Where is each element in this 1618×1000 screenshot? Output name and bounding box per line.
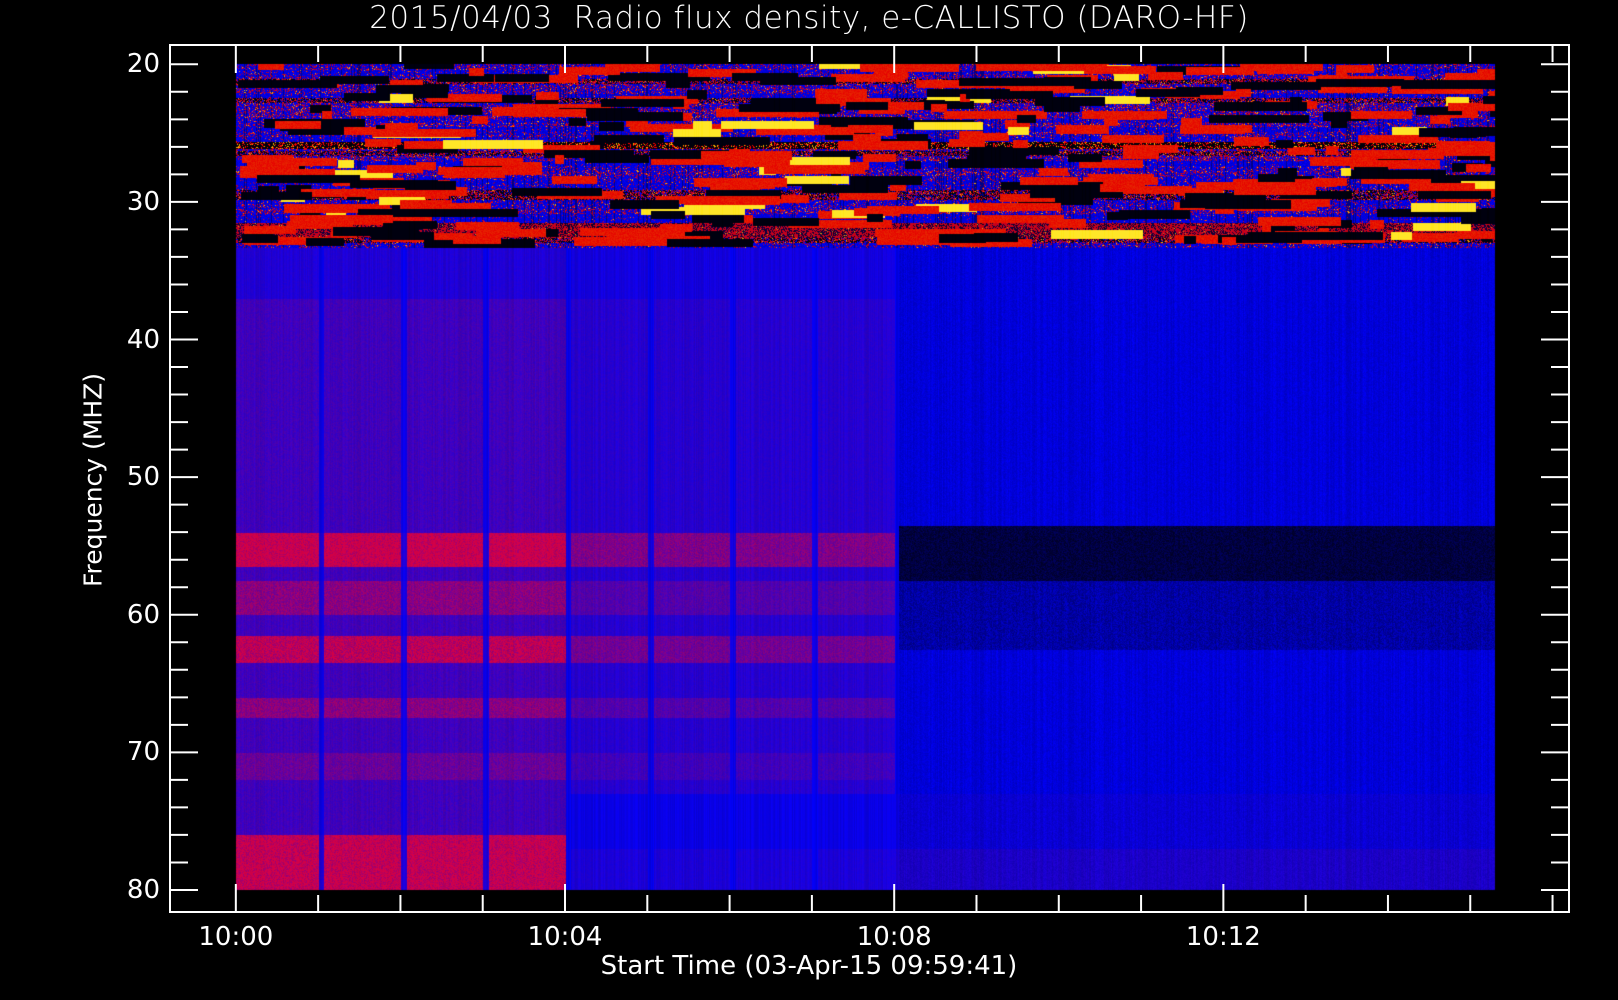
y-tick-label: 70 (126, 737, 160, 768)
x-tick-label: 10:00 (198, 922, 274, 952)
x-tick-label: 10:04 (527, 922, 603, 952)
x-axis-label: Start Time (03-Apr-15 09:59:41) (600, 951, 1018, 981)
y-tick-label: 30 (126, 186, 160, 217)
y-tick-label: 80 (126, 874, 160, 905)
y-tick-label: 20 (126, 49, 160, 80)
y-axis-label: Frequency (MHZ) (78, 372, 108, 588)
chart-title: 2015/04/03 Radio flux density, e-CALLIST… (369, 0, 1249, 36)
plot-frame (169, 44, 1570, 913)
plot-axes (169, 44, 1570, 913)
y-tick-label: 60 (126, 599, 160, 630)
x-tick-label: 10:12 (1185, 922, 1261, 952)
y-tick-label: 40 (126, 324, 160, 355)
x-tick-label: 10:08 (856, 922, 932, 952)
